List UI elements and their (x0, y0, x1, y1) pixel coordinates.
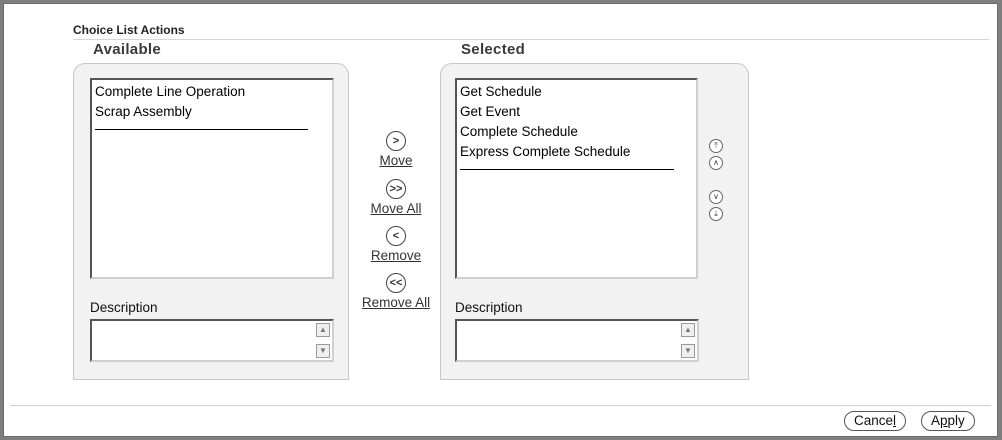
section-title: Choice List Actions (73, 23, 185, 37)
remove-all-link[interactable]: Remove All (356, 295, 436, 310)
list-separator (460, 169, 674, 170)
move-up-icon[interactable]: ∧ (709, 156, 723, 170)
chevron-right-circle-icon[interactable]: > (386, 131, 406, 151)
remove-all-control[interactable]: << Remove All (356, 273, 436, 310)
choice-list-actions-form: Choice List Actions Available Complete L… (3, 3, 998, 437)
cancel-button-label: Cance (854, 413, 894, 428)
list-item[interactable]: Get Schedule (459, 82, 694, 102)
selected-description-field[interactable]: ▲ ▼ (455, 319, 699, 362)
available-listbox[interactable]: Complete Line Operation Scrap Assembly (90, 78, 334, 279)
apply-button[interactable]: Apply (921, 411, 975, 431)
scroll-up-icon[interactable]: ▲ (316, 323, 330, 337)
move-control[interactable]: > Move (356, 131, 436, 168)
apply-button-label-start: A (931, 413, 941, 428)
list-separator (95, 129, 308, 130)
available-description-field[interactable]: ▲ ▼ (90, 319, 334, 362)
available-heading: Available (93, 41, 162, 58)
apply-access-key: p (940, 413, 948, 428)
list-item[interactable]: Get Event (459, 102, 694, 122)
cancel-access-key: l (893, 413, 897, 428)
move-to-top-icon[interactable]: ⤒ (709, 139, 723, 153)
apply-button-label-end: ply (947, 413, 965, 428)
double-chevron-left-circle-icon[interactable]: << (386, 273, 406, 293)
scroll-up-icon[interactable]: ▲ (681, 323, 695, 337)
selected-heading: Selected (461, 41, 526, 58)
scroll-down-icon[interactable]: ▼ (316, 344, 330, 358)
section-divider (73, 39, 989, 40)
chevron-left-circle-icon[interactable]: < (386, 226, 406, 246)
scroll-down-icon[interactable]: ▼ (681, 344, 695, 358)
footer-divider (10, 405, 991, 406)
list-item[interactable]: Scrap Assembly (94, 102, 330, 122)
list-item[interactable]: Express Complete Schedule (459, 142, 694, 162)
selected-listbox[interactable]: Get Schedule Get Event Complete Schedule… (455, 78, 698, 279)
list-item[interactable]: Complete Line Operation (94, 82, 330, 102)
selected-description-label: Description (455, 300, 523, 315)
remove-link[interactable]: Remove (356, 248, 436, 263)
cancel-button[interactable]: Cancel (844, 411, 907, 431)
move-all-control[interactable]: >> Move All (356, 179, 436, 216)
available-description-label: Description (90, 300, 158, 315)
move-down-icon[interactable]: ∨ (709, 190, 723, 204)
move-to-bottom-icon[interactable]: ⤓ (709, 207, 723, 221)
move-all-link[interactable]: Move All (356, 201, 436, 216)
double-chevron-right-circle-icon[interactable]: >> (386, 179, 406, 199)
move-link[interactable]: Move (356, 153, 436, 168)
remove-control[interactable]: < Remove (356, 226, 436, 263)
list-item[interactable]: Complete Schedule (459, 122, 694, 142)
